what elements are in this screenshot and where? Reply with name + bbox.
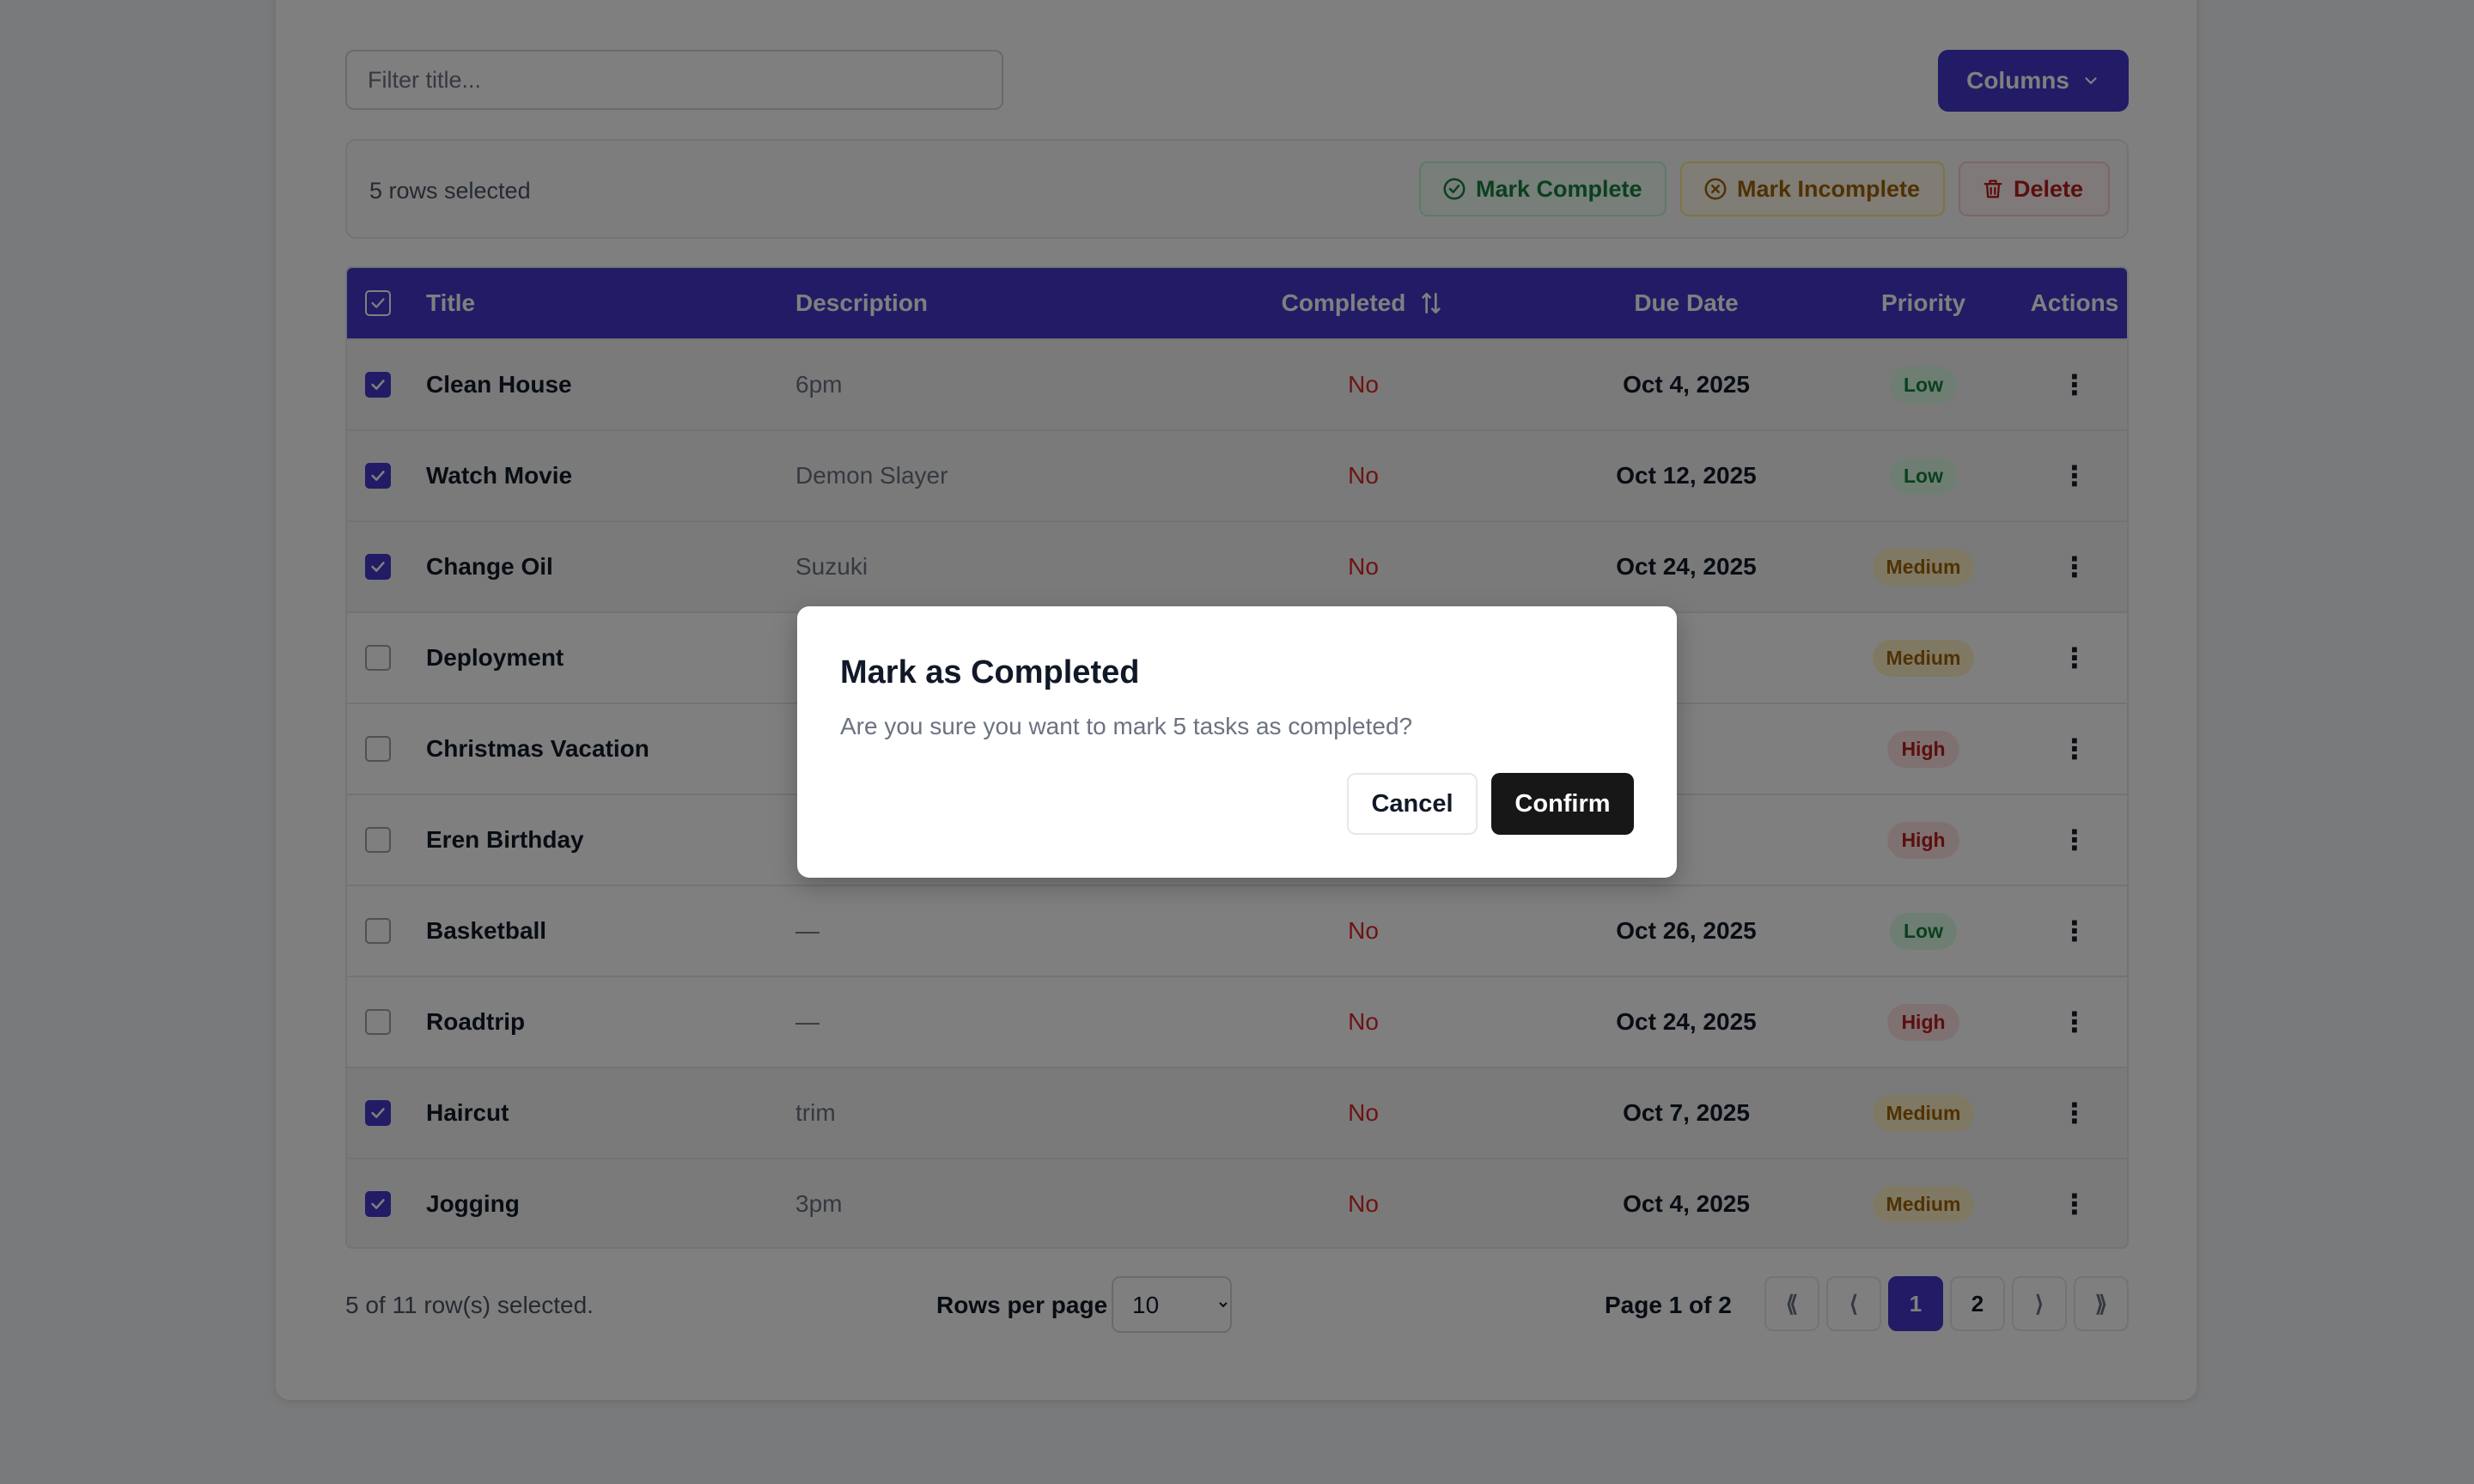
dialog-title: Mark as Completed bbox=[840, 654, 1140, 690]
cancel-button[interactable]: Cancel bbox=[1347, 773, 1478, 835]
confirm-dialog: Mark as Completed Are you sure you want … bbox=[797, 606, 1677, 878]
dialog-description: Are you sure you want to mark 5 tasks as… bbox=[840, 713, 1413, 739]
confirm-button[interactable]: Confirm bbox=[1491, 773, 1634, 835]
